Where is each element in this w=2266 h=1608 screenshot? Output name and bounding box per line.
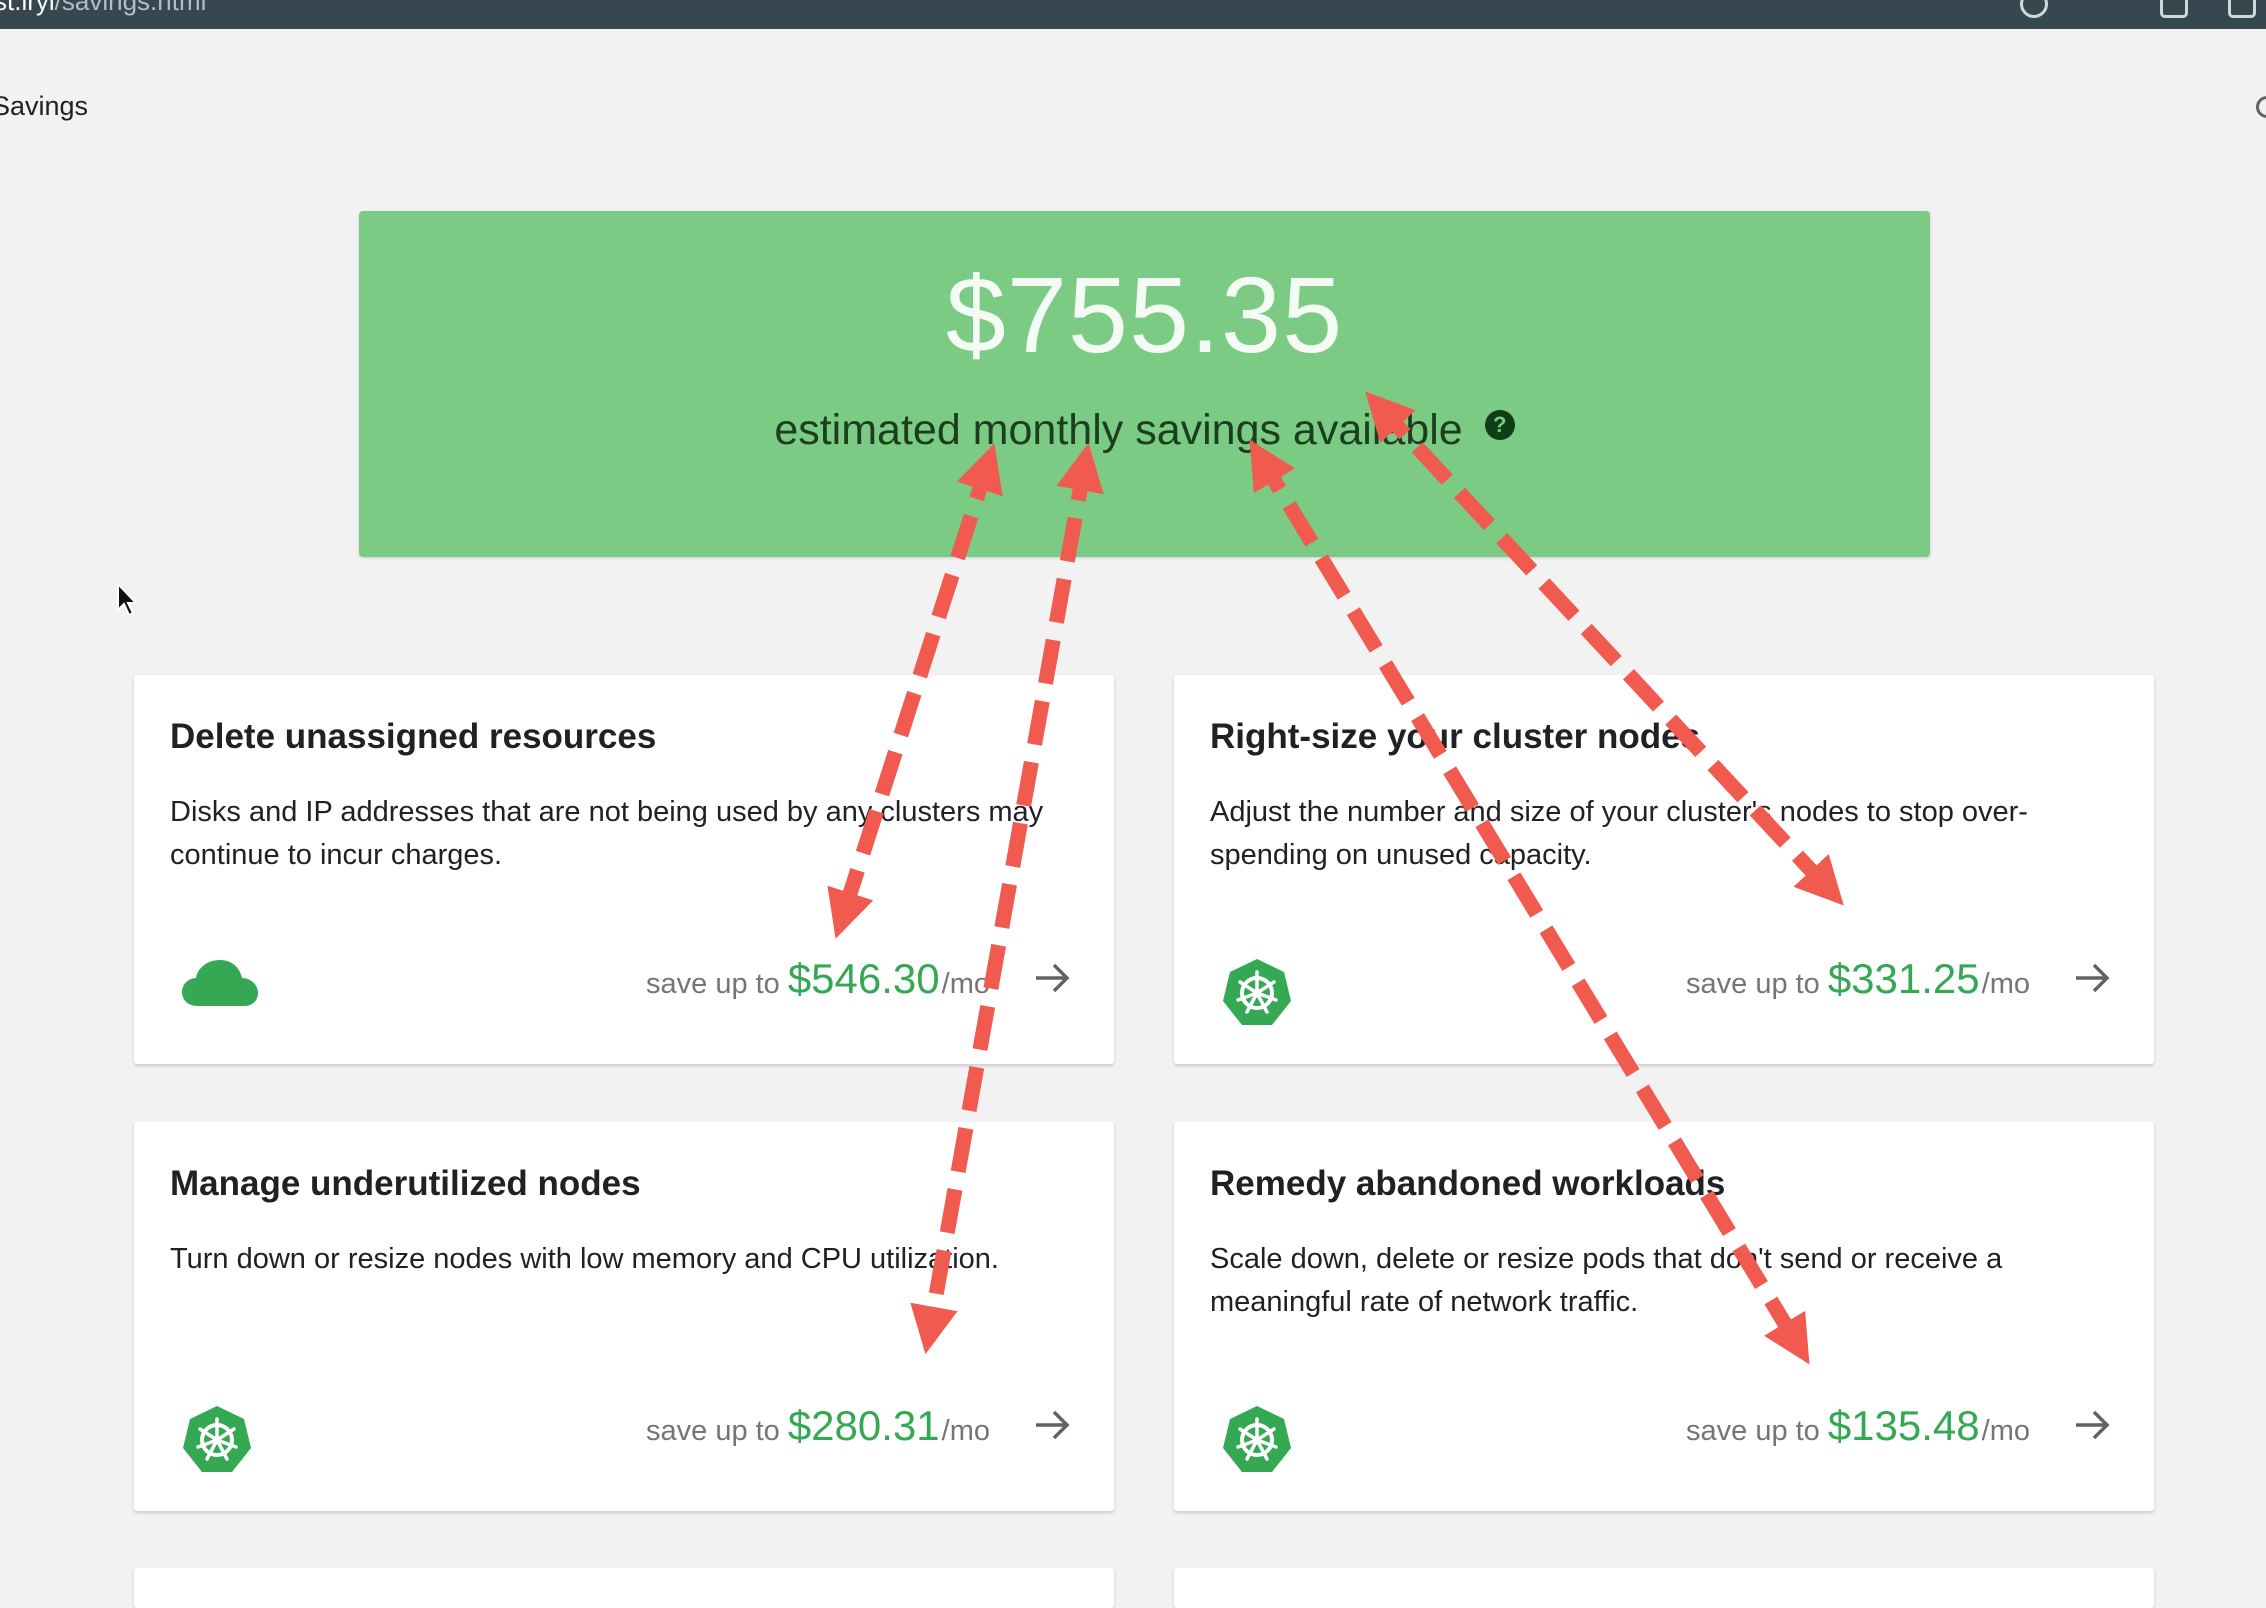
card-title: Right-size your cluster nodes	[1210, 717, 1701, 756]
card-savings: save up to $546.30/mo	[646, 955, 990, 1003]
save-prefix: save up to	[1686, 1415, 1820, 1447]
bookmark-star-icon[interactable]	[2020, 0, 2048, 18]
save-prefix: save up to	[646, 968, 780, 1000]
savings-amount: $280.31	[787, 1402, 940, 1449]
card-savings: save up to $280.31/mo	[646, 1402, 990, 1450]
savings-unit: /mo	[1981, 1415, 2030, 1447]
address-bar[interactable]: st.iryi/savings.html	[0, 0, 206, 17]
total-savings-amount: $755.35	[945, 254, 1344, 375]
url-host: st.iryi	[0, 0, 55, 16]
savings-summary-banner: $755.35 estimated monthly savings availa…	[359, 211, 1930, 557]
savings-unit: /mo	[941, 968, 990, 1000]
recommendation-card-underutilized-nodes[interactable]: Manage underutilized nodes Turn down or …	[134, 1122, 1114, 1511]
kubernetes-icon	[183, 1406, 251, 1472]
card-description: Disks and IP addresses that are not bein…	[170, 796, 1044, 871]
mouse-cursor-icon	[117, 582, 139, 617]
save-prefix: save up to	[1686, 968, 1820, 1000]
arrow-right-icon[interactable]	[1032, 1405, 1072, 1445]
arrow-right-icon[interactable]	[1032, 958, 1072, 998]
kubernetes-icon	[1223, 1406, 1291, 1472]
card-savings: save up to $135.48/mo	[1686, 1402, 2030, 1450]
card-description: Turn down or resize nodes with low memor…	[170, 1243, 999, 1275]
window-icon[interactable]	[2228, 0, 2256, 18]
recommendation-card-abandoned-workloads[interactable]: Remedy abandoned workloads Scale down, d…	[1174, 1122, 2154, 1511]
savings-amount: $546.30	[787, 955, 940, 1002]
kubernetes-icon	[1223, 959, 1291, 1025]
card-description: Scale down, delete or resize pods that d…	[1210, 1243, 2003, 1318]
url-path: /savings.html	[54, 0, 207, 16]
extensions-icon[interactable]	[2160, 0, 2188, 18]
savings-amount: $135.48	[1827, 1402, 1980, 1449]
card-description: Adjust the number and size of your clust…	[1210, 796, 2028, 871]
browser-toolbar: st.iryi/savings.html	[0, 0, 2266, 29]
cloud-icon	[182, 960, 258, 1006]
refresh-icon[interactable]	[2256, 96, 2266, 118]
save-prefix: save up to	[646, 1415, 780, 1447]
card-title: Delete unassigned resources	[170, 717, 657, 756]
savings-unit: /mo	[941, 1415, 990, 1447]
arrow-right-icon[interactable]	[2072, 1405, 2112, 1445]
recommendation-card-right-size-nodes[interactable]: Right-size your cluster nodes Adjust the…	[1174, 675, 2154, 1064]
savings-unit: /mo	[1981, 968, 2030, 1000]
savings-amount: $331.25	[1827, 955, 1980, 1002]
recommendation-card-unassigned-resources[interactable]: Delete unassigned resources Disks and IP…	[134, 675, 1114, 1064]
recommendation-card-partial[interactable]	[1174, 1568, 2154, 1608]
savings-caption-text: estimated monthly savings available	[774, 406, 1463, 454]
page-title: Savings	[0, 91, 89, 121]
savings-caption: estimated monthly savings available?	[359, 406, 1930, 455]
card-savings: save up to $331.25/mo	[1686, 955, 2030, 1003]
card-title: Manage underutilized nodes	[170, 1164, 641, 1203]
recommendation-card-partial[interactable]	[134, 1568, 1114, 1608]
card-title: Remedy abandoned workloads	[1210, 1164, 1726, 1203]
arrow-right-icon[interactable]	[2072, 958, 2112, 998]
help-icon[interactable]: ?	[1484, 410, 1515, 440]
